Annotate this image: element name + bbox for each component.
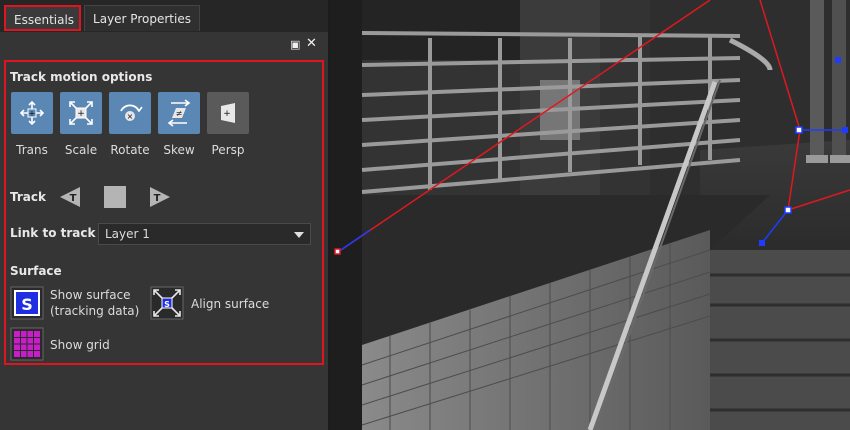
rotate-icon: × (120, 104, 143, 121)
svg-text:S: S (164, 300, 170, 309)
essentials-panel: Essentials Layer Properties ▣ ✕ Track mo… (0, 0, 328, 430)
stop-icon (104, 186, 126, 208)
persp-button[interactable]: + (207, 92, 249, 134)
scale-icon: + (69, 101, 93, 125)
align-surface-icon: S (150, 286, 184, 320)
grid-icon (10, 327, 44, 361)
trans-label: Trans (16, 143, 48, 157)
show-grid-button[interactable] (10, 327, 44, 361)
skew-label: Skew (163, 143, 195, 157)
chevron-down-icon (294, 232, 304, 238)
align-surface-label[interactable]: Align surface (191, 296, 269, 312)
track-title: Track (10, 190, 46, 204)
svg-text:S: S (21, 295, 33, 314)
svg-text:≠: ≠ (176, 109, 183, 118)
surface-icon: S (10, 286, 44, 320)
svg-text:T: T (70, 193, 77, 204)
translate-icon: + (19, 100, 45, 126)
video-frame (330, 0, 850, 430)
svg-text:T: T (154, 193, 161, 204)
skew-button[interactable]: ≠ (158, 92, 200, 134)
show-surface-line2: (tracking data) (50, 304, 140, 318)
link-to-track-value: Layer 1 (105, 227, 150, 241)
svg-text:+: + (29, 109, 36, 118)
tab-bar: Essentials Layer Properties (0, 0, 328, 32)
svg-text:+: + (223, 109, 231, 119)
svg-text:×: × (127, 112, 134, 121)
float-window-icon[interactable]: ▣ (290, 38, 300, 51)
surface-title: Surface (10, 264, 62, 278)
perspective-icon: + (221, 103, 235, 123)
show-surface-label[interactable]: Show surface (tracking data) (50, 287, 139, 319)
track-forward-icon: T (150, 187, 170, 207)
skew-icon: ≠ (167, 99, 191, 127)
track-motion-title: Track motion options (10, 70, 153, 84)
close-icon[interactable]: ✕ (306, 36, 317, 51)
tab-essentials[interactable]: Essentials (4, 5, 81, 31)
track-backward-button[interactable]: T (58, 185, 82, 209)
stop-track-button[interactable] (103, 185, 127, 209)
trans-button[interactable]: + (11, 92, 53, 134)
show-surface-button[interactable]: S (10, 286, 44, 320)
scale-button[interactable]: + (60, 92, 102, 134)
link-to-track-select[interactable]: Layer 1 (98, 223, 311, 245)
track-forward-button[interactable]: T (148, 185, 172, 209)
show-surface-line1: Show surface (50, 288, 131, 302)
tab-layer-properties[interactable]: Layer Properties (84, 5, 200, 31)
link-to-track-title: Link to track (10, 226, 96, 240)
rotate-label: Rotate (110, 143, 150, 157)
track-backward-icon: T (60, 187, 80, 207)
video-viewer[interactable] (330, 0, 850, 430)
show-grid-label[interactable]: Show grid (50, 337, 110, 353)
persp-label: Persp (211, 143, 245, 157)
rotate-button[interactable]: × (109, 92, 151, 134)
align-surface-button[interactable]: S (150, 286, 184, 320)
scale-label: Scale (64, 143, 98, 157)
svg-text:+: + (77, 109, 85, 119)
